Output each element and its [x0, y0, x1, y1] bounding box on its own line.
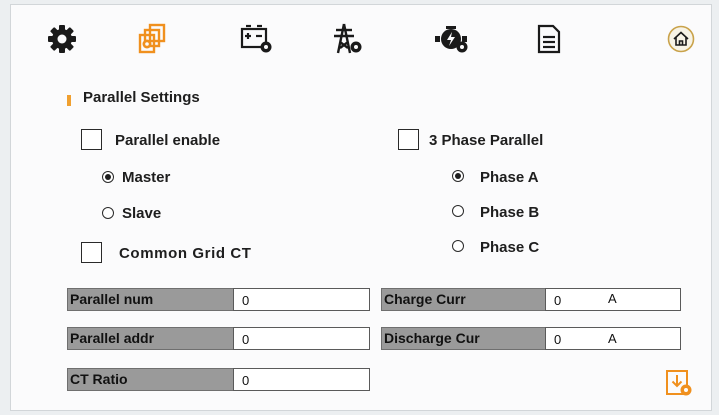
tab-grid-settings[interactable]: [327, 19, 367, 59]
home-button[interactable]: [661, 19, 701, 59]
save-settings-button[interactable]: [664, 368, 694, 398]
parallel-addr-label: Parallel addr: [67, 327, 234, 350]
charge-curr-label: Charge Curr: [381, 288, 546, 311]
generator-settings-icon: [435, 26, 468, 53]
master-label: Master: [122, 169, 171, 186]
parallel-num-label: Parallel num: [67, 288, 234, 311]
phase-a-label: Phase A: [480, 169, 539, 186]
section-marker: [67, 95, 71, 106]
parallel-enable-label: Parallel enable: [115, 132, 221, 149]
parallel-addr-input[interactable]: 0: [233, 327, 370, 350]
ct-ratio-input[interactable]: 0: [233, 368, 370, 391]
phase-a-radio[interactable]: [452, 170, 464, 182]
save-settings-icon: [666, 370, 692, 396]
home-icon: [667, 25, 695, 53]
phase-c-label: Phase C: [480, 239, 540, 256]
parallel-num-input[interactable]: 0: [233, 288, 370, 311]
parallel-enable-checkbox[interactable]: [81, 129, 102, 150]
battery-settings-icon: [240, 24, 272, 53]
three-phase-parallel-label: 3 Phase Parallel: [429, 132, 544, 149]
common-grid-ct-checkbox[interactable]: [81, 242, 102, 263]
discharge-cur-label: Discharge Cur: [381, 327, 546, 350]
ct-ratio-label: CT Ratio: [67, 368, 234, 391]
document-icon: [537, 24, 561, 54]
tab-basic-settings[interactable]: [42, 19, 82, 59]
gear-icon: [48, 25, 76, 53]
grid-settings-icon: [334, 23, 362, 54]
section-title: Parallel Settings: [83, 89, 200, 106]
tab-parallel-settings[interactable]: [133, 19, 173, 59]
tab-system-info[interactable]: [529, 19, 569, 59]
slave-label: Slave: [122, 205, 162, 222]
three-phase-parallel-checkbox[interactable]: [398, 129, 419, 150]
tab-battery-settings[interactable]: [237, 19, 277, 59]
charge-curr-unit: A: [608, 291, 617, 306]
common-grid-ct-label: Common Grid CT: [119, 245, 252, 262]
slave-radio[interactable]: [102, 207, 114, 219]
parallel-settings-icon: [138, 23, 166, 54]
tab-generator-settings[interactable]: [432, 19, 472, 59]
phase-c-radio[interactable]: [452, 240, 464, 252]
master-radio[interactable]: [102, 171, 114, 183]
phase-b-label: Phase B: [480, 204, 540, 221]
phase-b-radio[interactable]: [452, 205, 464, 217]
discharge-cur-unit: A: [608, 331, 617, 346]
